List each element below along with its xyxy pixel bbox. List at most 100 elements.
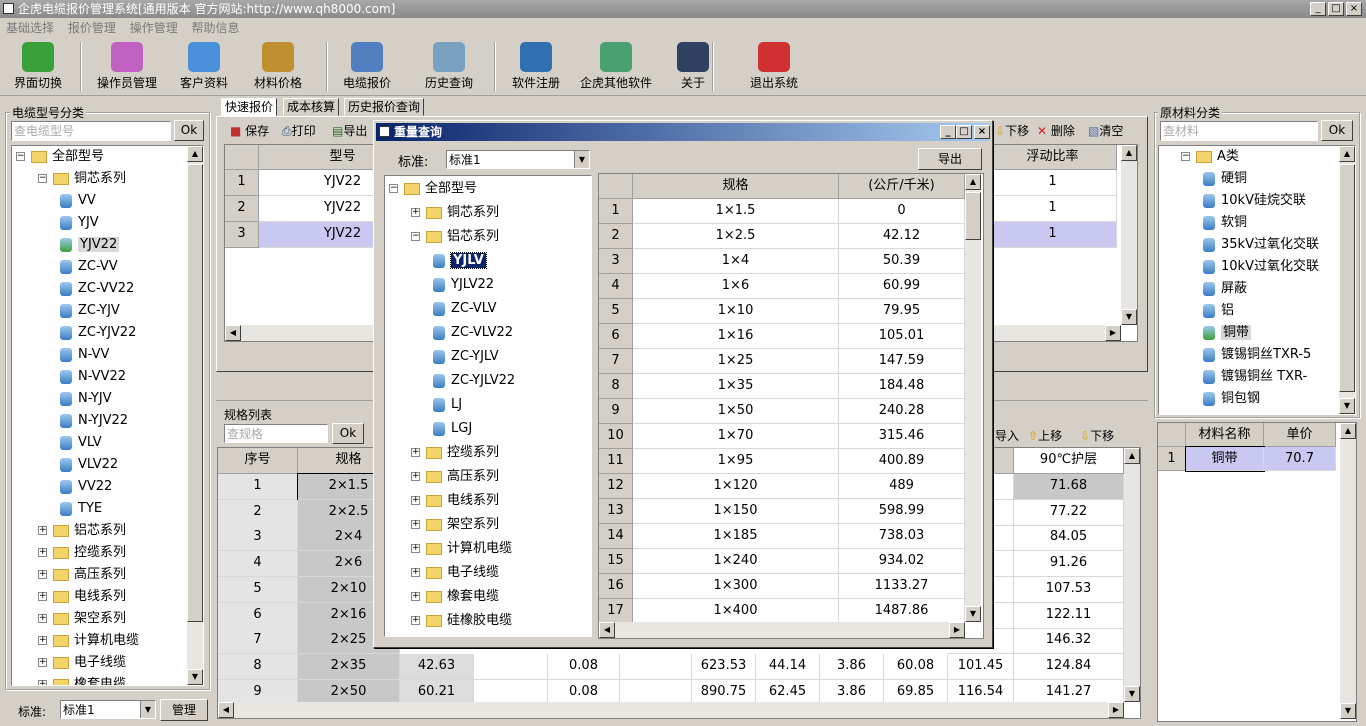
dialog-minimize-button[interactable]: _ <box>940 125 956 139</box>
cell-spec[interactable]: 1×120 <box>633 474 839 499</box>
menu-quote[interactable]: 报价管理 <box>68 21 116 35</box>
tree-node[interactable]: ZC-VV <box>60 256 118 278</box>
tree-node[interactable]: 镀锡铜丝TXR-5 <box>1203 344 1311 366</box>
material-search-ok-button[interactable]: Ok <box>1321 120 1353 141</box>
expand-toggle-icon[interactable]: + <box>38 680 47 685</box>
dialog-close-button[interactable]: × <box>974 125 990 139</box>
tree-node[interactable]: + 计算机电缆 <box>411 538 512 560</box>
cell-value[interactable] <box>474 653 548 680</box>
cell-weight[interactable]: 1487.86 <box>839 599 965 624</box>
cell-value[interactable]: 42.63 <box>400 653 474 680</box>
tree-node[interactable]: + 橡套电缆 <box>38 674 126 685</box>
tree-node[interactable]: YJLV22 <box>433 274 494 296</box>
cell-spec[interactable]: 1×1.5 <box>633 199 839 224</box>
cell-ratio[interactable]: 1 <box>989 170 1117 196</box>
cell-spec[interactable]: 1×25 <box>633 349 839 374</box>
tree-node[interactable]: + 架空系列 <box>411 514 499 536</box>
tree-node[interactable]: VLV <box>60 432 102 454</box>
scroll-thumb[interactable] <box>1339 164 1355 392</box>
scroll-down-arrow-icon[interactable]: ▼ <box>1340 703 1356 719</box>
tree-node[interactable]: − 铝芯系列 <box>411 226 499 248</box>
cell-value[interactable]: 3.86 <box>820 653 884 680</box>
cell-sheath[interactable]: 122.11 <box>1014 602 1124 629</box>
expand-toggle-icon[interactable]: + <box>38 526 47 535</box>
cell-sheath[interactable]: 71.68 <box>1014 474 1124 500</box>
cell-spec[interactable]: 1×150 <box>633 499 839 524</box>
cell-weight[interactable]: 240.28 <box>839 399 965 424</box>
cell-spec[interactable]: 1×400 <box>633 599 839 624</box>
minimize-button[interactable]: _ <box>1310 2 1326 16</box>
tree-node[interactable]: + 高压系列 <box>38 564 126 586</box>
tree-node[interactable]: − 全部型号 <box>16 146 104 168</box>
toolbar-button-5[interactable]: 电缆报价 <box>336 40 398 94</box>
menu-help[interactable]: 帮助信息 <box>192 21 240 35</box>
expand-toggle-icon[interactable]: + <box>411 208 420 217</box>
tab-quick-quote[interactable]: 快速报价 <box>221 98 278 116</box>
cell-sheath[interactable]: 84.05 <box>1014 525 1124 552</box>
toolbar-button-8[interactable]: 企虎其他软件 <box>574 40 658 94</box>
toolbar-button-9[interactable]: 关于 <box>668 40 718 94</box>
dialog-vscrollbar[interactable]: ▲ ▼ <box>965 174 981 622</box>
expand-toggle-icon[interactable]: + <box>411 472 420 481</box>
tree-node[interactable]: 10kV硅烷交联 <box>1203 190 1306 212</box>
tree-node[interactable]: + 铝芯系列 <box>38 520 126 542</box>
scroll-right-arrow-icon[interactable]: ▶ <box>1105 325 1121 341</box>
tree-node[interactable]: + 架空系列 <box>38 608 126 630</box>
delete-button[interactable]: ✕ 删除 <box>1037 122 1075 139</box>
dialog-export-button[interactable]: 导出 <box>918 148 982 170</box>
toolbar-button-1[interactable]: 界面切换 <box>4 40 72 94</box>
toolbar-button-2[interactable]: 操作员管理 <box>88 40 166 94</box>
cell-price[interactable]: 70.7 <box>1264 447 1336 471</box>
scroll-up-arrow-icon[interactable]: ▲ <box>965 174 981 190</box>
maximize-button[interactable]: □ <box>1328 2 1344 16</box>
tree-node[interactable]: 10kV过氧化交联 <box>1203 256 1319 278</box>
scroll-up-arrow-icon[interactable]: ▲ <box>187 146 203 162</box>
cell-sheath[interactable]: 91.26 <box>1014 551 1124 578</box>
tree-node[interactable]: N-VV22 <box>60 366 126 388</box>
cell-value[interactable]: 44.14 <box>756 653 820 680</box>
scroll-up-arrow-icon[interactable]: ▲ <box>1339 146 1355 162</box>
spec-search-ok-button[interactable]: Ok <box>332 423 364 444</box>
tree-node[interactable]: + 控缆系列 <box>38 542 126 564</box>
toolbar-button-3[interactable]: 客户资料 <box>172 40 236 94</box>
tree-node[interactable]: YJV22 <box>60 234 120 256</box>
scroll-left-arrow-icon[interactable]: ◀ <box>225 325 241 341</box>
scroll-up-arrow-icon[interactable]: ▲ <box>1121 145 1137 161</box>
manage-button[interactable]: 管理 <box>160 699 208 721</box>
expand-toggle-icon[interactable]: − <box>389 184 398 193</box>
tree-node[interactable]: 硬铜 <box>1203 168 1247 190</box>
tree-node[interactable]: 铜包钢 <box>1203 388 1260 410</box>
cell-weight[interactable]: 0 <box>839 199 965 224</box>
tree-node[interactable]: − 铜芯系列 <box>38 168 126 190</box>
cell-spec[interactable]: 1×95 <box>633 449 839 474</box>
expand-toggle-icon[interactable]: + <box>411 520 420 529</box>
cell-spec[interactable]: 1×240 <box>633 549 839 574</box>
tree-node[interactable]: YJV <box>60 212 99 234</box>
scroll-down-arrow-icon[interactable]: ▼ <box>187 669 203 685</box>
tree-node[interactable]: ZC-YJLV22 <box>433 370 515 392</box>
cable-search-input[interactable]: 查电缆型号 <box>11 121 171 141</box>
tree-node[interactable]: VLV22 <box>60 454 118 476</box>
cell-weight[interactable]: 50.39 <box>839 249 965 274</box>
tree-node[interactable]: 镀锡铜丝 TXR- <box>1203 366 1307 388</box>
expand-toggle-icon[interactable]: − <box>1181 152 1190 161</box>
tree-node[interactable]: ZC-YJLV <box>433 346 499 368</box>
cell-ratio[interactable]: 1 <box>989 222 1117 248</box>
cell-value[interactable] <box>620 653 692 680</box>
spec-hscrollbar[interactable]: ◀ ▶ <box>218 702 1124 718</box>
tree-node[interactable]: 35kV过氧化交联 <box>1203 234 1319 256</box>
tree-node[interactable]: 软铜 <box>1203 212 1247 234</box>
menu-operation[interactable]: 操作管理 <box>130 21 178 35</box>
tab-history[interactable]: 历史报价查询 <box>344 98 425 116</box>
tree-vscrollbar[interactable]: ▲ ▼ <box>1339 146 1355 414</box>
move-down-button[interactable]: ⇩下移 <box>995 122 1029 139</box>
print-button[interactable]: ⎙打印 <box>282 122 316 139</box>
tree-node[interactable]: + 橡套电缆 <box>411 586 499 608</box>
toolbar-button-10[interactable]: 退出系统 <box>740 40 808 94</box>
menu-basic[interactable]: 基础选择 <box>6 21 54 35</box>
cell-weight[interactable]: 60.99 <box>839 274 965 299</box>
cell-spec[interactable]: 1×70 <box>633 424 839 449</box>
cell-spec[interactable]: 1×50 <box>633 399 839 424</box>
cell-weight[interactable]: 934.02 <box>839 549 965 574</box>
tree-node[interactable]: YJLV <box>433 250 487 272</box>
